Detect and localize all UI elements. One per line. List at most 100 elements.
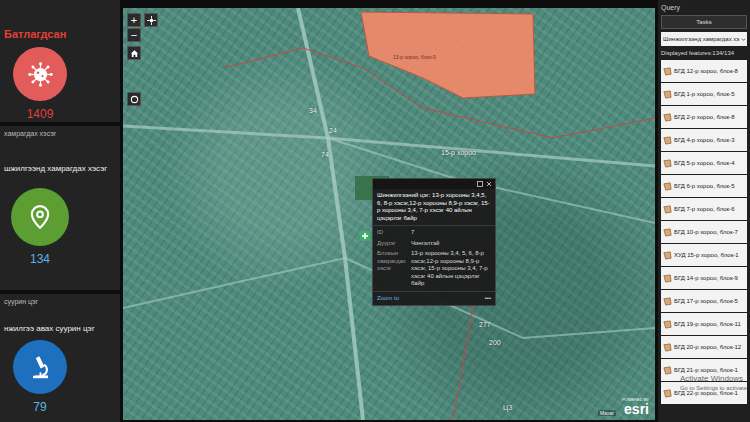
- stat-value: 1409: [27, 107, 54, 122]
- map-attribution: Maxar POWERED BYesri: [598, 397, 649, 416]
- map-label: 200: [489, 338, 501, 347]
- stat-card: Батлагдсан 1409: [0, 0, 120, 122]
- stat-title: хамрагдах хэсэг: [4, 129, 116, 138]
- query-panel: QueryTasksШинжилгээнд хамрагдах хэDispla…: [658, 0, 750, 422]
- result-label: БГД 17-р хороо, блок-5: [674, 298, 738, 304]
- tasks-tab[interactable]: Tasks: [661, 15, 747, 29]
- watermark-text: Go to Settings to activate: [680, 384, 747, 392]
- result-label: БГД 14-р хороо, блок-9: [674, 275, 738, 281]
- layer-dropdown[interactable]: Шинжилгээнд хамрагдах хэ: [661, 32, 747, 46]
- map-label: 24: [329, 126, 337, 135]
- polygon-icon: [663, 113, 672, 122]
- result-label: БГД 6-р хороо, блок-5: [674, 183, 735, 189]
- field-label: Дүүрэг: [377, 240, 407, 248]
- measure-button[interactable]: [127, 92, 141, 106]
- result-item[interactable]: БГД 21-р хороо, блок-1: [661, 359, 747, 381]
- popup-header: [373, 179, 495, 189]
- stat-card: суурин цэг нжилгээ авах суурин цэг 79: [0, 294, 120, 422]
- result-label: БГД 7-р хороо, блок-6: [674, 206, 735, 212]
- home-icon: [130, 49, 139, 58]
- result-item[interactable]: БГД 12-р хороо, блок-8: [661, 60, 747, 82]
- result-item[interactable]: БГД 20-р хороо, блок-12: [661, 336, 747, 358]
- locate-button[interactable]: [144, 13, 158, 27]
- result-item[interactable]: БГД 7-р хороо, блок-6: [661, 198, 747, 220]
- dashboard: Батлагдсан 1409 хамрагдах хэсэг шжилгээнд х…: [0, 0, 750, 422]
- polygon-icon: [663, 228, 672, 237]
- polygon-icon: [663, 205, 672, 214]
- result-label: БГД 5-р хороо, блок-4: [674, 160, 735, 166]
- layer-name: Шинжилгээнд хамрагдах хэ: [663, 36, 739, 42]
- result-item[interactable]: БГД 14-р хороо, блок-9: [661, 267, 747, 289]
- zoom-to-link[interactable]: Zoom to: [377, 295, 399, 303]
- panel-title: Query: [661, 3, 747, 12]
- stat-value: 134: [30, 252, 50, 267]
- stats-column: Батлагдсан 1409 хамрагдах хэсэг шжилгээнд х…: [0, 0, 120, 422]
- locate-icon: [147, 16, 156, 25]
- maximize-icon[interactable]: [477, 181, 483, 187]
- stat-figure: 1409: [4, 47, 76, 122]
- polygon-icon: [663, 389, 672, 398]
- stat-description: нжилгээ авах суурин цэг: [4, 324, 116, 334]
- result-item[interactable]: БГД 10-р хороо, блок-7: [661, 221, 747, 243]
- popup-fields: ID7ДүүрэгЧингэлтэйБлокын хамрагдах хэсэг…: [373, 225, 495, 291]
- result-label: БГД 22-р хороо, блок-1: [674, 390, 738, 396]
- field-value: 7: [411, 229, 491, 237]
- more-button[interactable]: •••: [485, 295, 491, 303]
- polygon-icon: [663, 366, 672, 375]
- result-label: БГД 20-р хороо, блок-12: [674, 344, 741, 350]
- home-button[interactable]: [127, 46, 141, 60]
- polygon-icon: [663, 297, 672, 306]
- pin-icon: [22, 199, 58, 235]
- result-item[interactable]: БГД 6-р хороо, блок-5: [661, 175, 747, 197]
- marker-icon: [360, 231, 370, 241]
- result-item[interactable]: БГД 17-р хороо, блок-5: [661, 290, 747, 312]
- map-label: 34: [309, 106, 317, 115]
- stat-value: 79: [33, 400, 46, 415]
- map-label: 277: [479, 320, 491, 329]
- stat-circle: [11, 188, 69, 246]
- result-item[interactable]: БГД 5-р хороо, блок-4: [661, 152, 747, 174]
- map-label: ЦЗ: [503, 403, 512, 412]
- circle-icon: [130, 95, 139, 104]
- activation-watermark: Activate WindowsGo to Settings to activa…: [680, 374, 747, 392]
- stat-figure: 79: [4, 340, 76, 415]
- esri-logo[interactable]: POWERED BYesri: [622, 397, 649, 416]
- result-list: БГД 12-р хороо, блок-8 БГД 1-р хороо, бло…: [661, 60, 747, 404]
- stat-title: Батлагдсан: [4, 27, 116, 41]
- popup: Шинжилгээний цэг: 13-р хорооны 3,4,5, 6,…: [372, 178, 496, 306]
- area-label: 13-р хороо, блок-9: [393, 54, 436, 60]
- logo-name: esri: [624, 402, 649, 416]
- field-label: ID: [377, 229, 407, 237]
- stat-circle: [13, 340, 67, 394]
- field-label: Блокын хамрагдах хэсэг: [377, 250, 407, 288]
- map[interactable]: 13-р хороо, блок-9 15-р хороо 74 34 277 200 ЦЗ…: [123, 8, 655, 420]
- stat-title: суурин цэг: [4, 297, 116, 306]
- close-icon[interactable]: [486, 181, 492, 187]
- map-marker[interactable]: [360, 227, 370, 237]
- result-label: БГД 1-р хороо, блок-5: [674, 91, 735, 97]
- polygon-icon: [663, 67, 672, 76]
- result-item[interactable]: БГД 4-р хороо, блок-3: [661, 129, 747, 151]
- result-item[interactable]: ХУД 15-р хороо, блок-1: [661, 244, 747, 266]
- polygon-icon: [663, 90, 672, 99]
- result-item[interactable]: БГД 22-р хороо, блок-1: [661, 382, 747, 404]
- watermark-title: Activate Windows: [680, 374, 747, 384]
- chevron-down-icon: [741, 37, 746, 42]
- result-label: БГД 19-р хороо, блок-11: [674, 321, 741, 327]
- result-label: БГД 4-р хороо, блок-3: [674, 137, 735, 143]
- stat-card: хамрагдах хэсэг шжилгээнд хамрагдах хэсэг…: [0, 126, 120, 290]
- result-item[interactable]: БГД 1-р хороо, блок-5: [661, 83, 747, 105]
- map-label: 74: [321, 150, 329, 159]
- polygon-icon: [663, 343, 672, 352]
- polygon-icon: [663, 136, 672, 145]
- result-item[interactable]: БГД 19-р хороо, блок-11: [661, 313, 747, 335]
- zoom-in-button[interactable]: +: [127, 13, 141, 27]
- result-label: БГД 2-р хороо, блок-8: [674, 114, 735, 120]
- zoom-out-button[interactable]: −: [127, 28, 141, 42]
- result-label: БГД 21-р хороо, блок-1: [674, 367, 738, 373]
- maxar-credit: Maxar: [598, 410, 616, 416]
- map-label: 15-р хороо: [441, 148, 476, 157]
- result-item[interactable]: БГД 2-р хороо, блок-8: [661, 106, 747, 128]
- stat-figure: 134: [4, 188, 76, 267]
- stat-description: шжилгээнд хамрагдах хэсэг: [4, 164, 116, 174]
